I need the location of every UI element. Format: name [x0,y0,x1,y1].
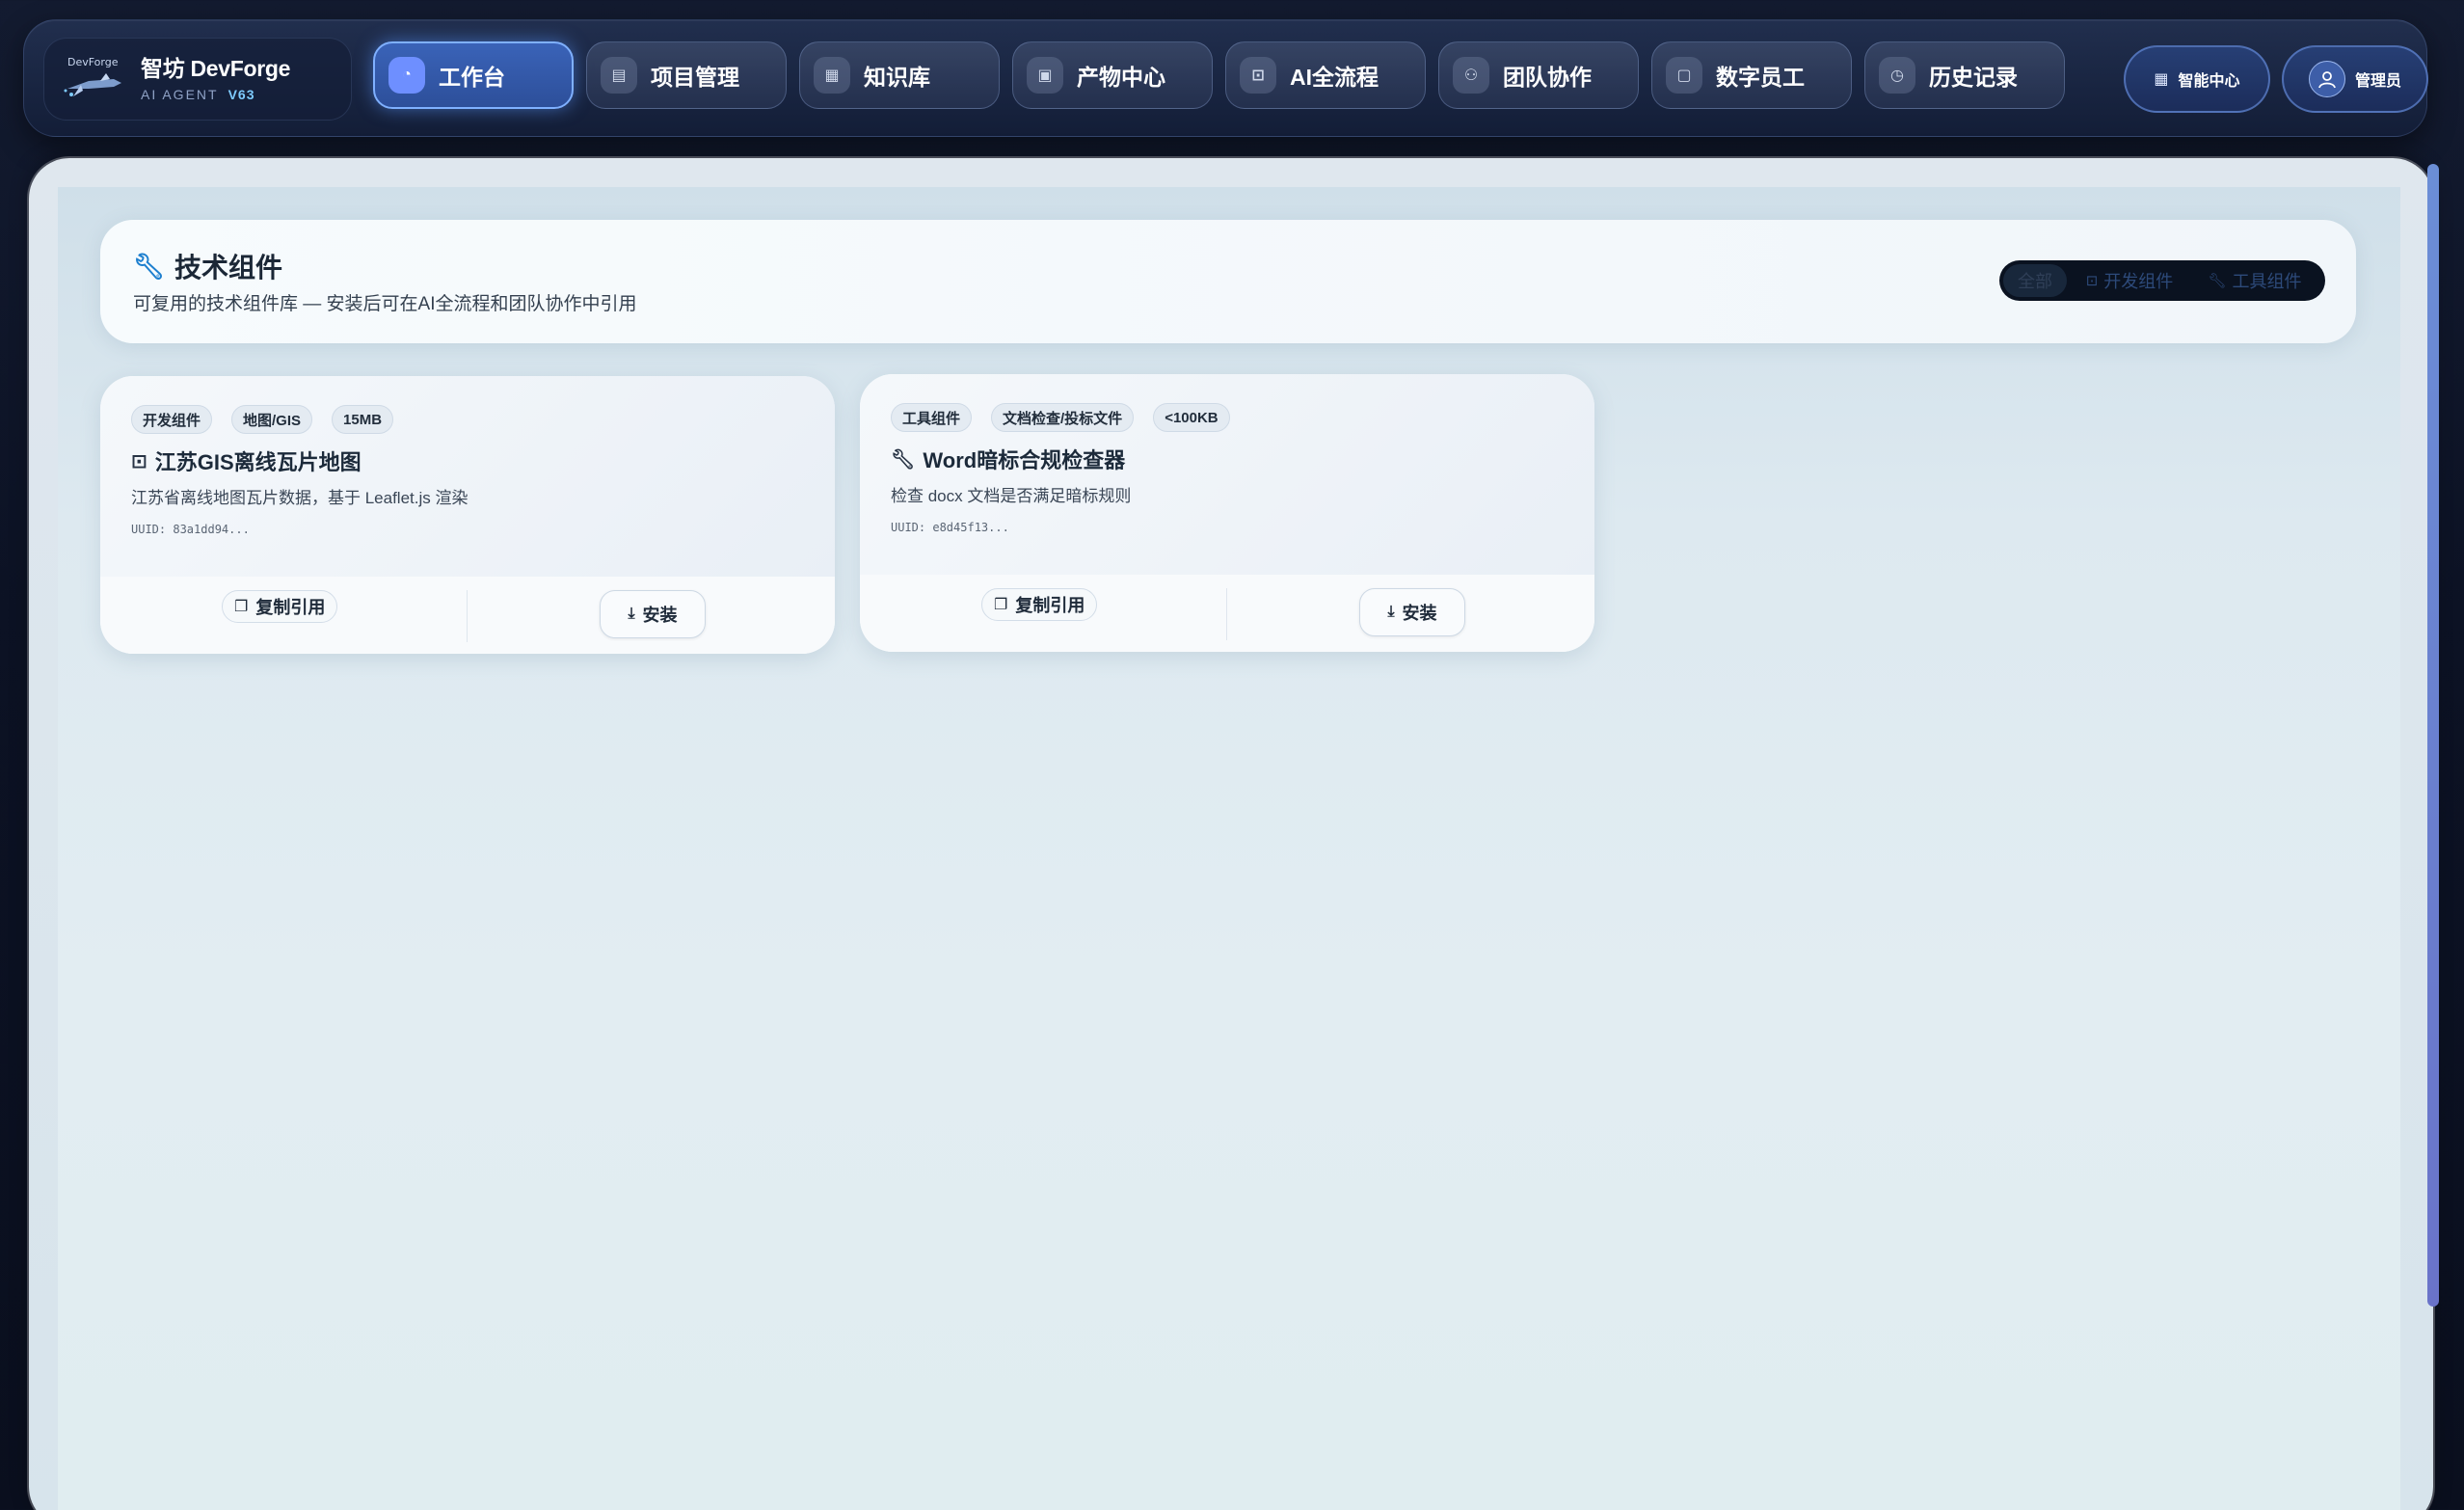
nav-item-label: 工作台 [439,65,505,90]
page-subtitle: 可复用的技术组件库 — 安装后可在AI全流程和团队协作中引用 [133,294,637,314]
team-icon: ⚇ [1453,57,1489,94]
card-title: ⊡ 江苏GIS离线瓦片地图 [131,445,362,476]
smart-center-label: 智能中心 [2178,73,2240,90]
card-tags: 工具组件 文档检查/投标文件 <100KB [891,403,1230,432]
install-label: 安装 [642,606,678,625]
top-navigation-bar: DevForge 智坊 DevForge AI AGENT V63 ◔ 工作台 ▤… [23,19,2428,137]
component-card: 开发组件 地图/GIS 15MB ⊡ 江苏GIS离线瓦片地图 江苏省离线地图瓦片… [100,376,835,654]
nav-item-knowledge-base[interactable]: ▦ 知识库 [799,41,1000,109]
install-button[interactable]: ⤓ 安装 [1359,588,1465,636]
user-icon [2318,71,2336,89]
nav-item-team-collab[interactable]: ⚇ 团队协作 [1438,41,1639,109]
filter-tool-label: 工具组件 [2232,272,2302,291]
domain-tag: 文档检查/投标文件 [991,403,1135,432]
page-header-card: 🔧︎ 技术组件 可复用的技术组件库 — 安装后可在AI全流程和团队协作中引用 全… [100,220,2356,343]
card-description: 检查 docx 文档是否满足暗标规则 [891,487,1132,505]
card-description: 江苏省离线地图瓦片数据，基于 Leaflet.js 渲染 [131,489,469,507]
nav-item-label: 产物中心 [1077,65,1165,90]
nav-item-label: 团队协作 [1503,65,1592,90]
brand-subtitle: AI AGENT V63 [141,87,255,102]
card-footer [860,575,1594,652]
copy-icon: ❐ [994,597,1008,613]
card-title-text: Word暗标合规检查器 [923,448,1126,472]
wrench-icon: 🔧︎ [133,251,166,281]
nav-item-digital-staff[interactable]: ▢ 数字员工 [1651,41,1852,109]
bot-icon: ▢ [1666,57,1702,94]
smart-center-button[interactable]: ▦ 智能中心 [2124,45,2270,113]
nav-item-label: AI全流程 [1290,65,1379,90]
vertical-scrollbar[interactable] [2427,164,2439,1307]
card-divider [467,590,468,642]
copy-reference-button[interactable]: ❐ 复制引用 [222,590,338,623]
card-title-text: 江苏GIS离线瓦片地图 [154,450,362,474]
clock-icon: ◷ [1879,57,1915,94]
filter-dev-label: 开发组件 [2103,272,2174,291]
dashboard-icon: ◔ [388,57,425,94]
card-tags: 开发组件 地图/GIS 15MB [131,405,394,434]
size-tag: <100KB [1153,403,1230,432]
page-title-text: 技术组件 [174,253,283,283]
nav-item-ai-pipeline[interactable]: ⊡ AI全流程 [1225,41,1426,109]
page-title: 🔧︎ 技术组件 [133,247,282,285]
nav-item-label: 数字员工 [1716,65,1805,90]
brand-logo: DevForge [62,52,125,106]
install-button[interactable]: ⤓ 安装 [600,590,706,638]
card-divider [1226,588,1227,640]
card-title: 🔧︎ Word暗标合规检查器 [891,444,1125,474]
card-uuid: UUID: e8d45f13... [891,521,1009,534]
nav-item-history[interactable]: ◷ 历史记录 [1864,41,2065,109]
admin-user-button[interactable]: 管理员 [2282,45,2428,113]
admin-label: 管理员 [2354,73,2401,90]
terminal-icon: ⊡ [1240,57,1276,94]
brand-subtitle-text: AI AGENT [141,87,219,102]
domain-tag: 地图/GIS [231,405,313,434]
filter-all[interactable]: 全部 [2003,264,2067,297]
grid-icon: ▦ [2154,71,2169,88]
size-tag: 15MB [332,405,394,434]
document-icon: ▣ [1027,57,1063,94]
nav-item-workbench[interactable]: ◔ 工作台 [373,41,574,109]
filter-tool[interactable]: 🔧︎ 工具组件 [2192,264,2317,297]
copy-reference-button[interactable]: ❐ 复制引用 [981,588,1098,621]
logo-text: DevForge [67,56,119,68]
download-icon: ⤓ [1387,604,1395,620]
avatar [2308,61,2345,97]
wrench-icon: 🔧︎ [891,448,916,471]
nav-item-label: 项目管理 [651,65,739,90]
nav-item-project-management[interactable]: ▤ 项目管理 [586,41,787,109]
brand-title: 智坊 DevForge [141,56,291,81]
wrench-icon: 🔧︎ [2208,273,2227,289]
kanban-icon: ▤ [601,57,637,94]
book-icon: ▦ [814,57,850,94]
category-tag: 工具组件 [891,403,973,432]
copy-reference-label: 复制引用 [255,598,326,617]
version-badge: V63 [228,87,255,102]
terminal-icon: ⊡ [2085,273,2099,289]
category-tag: 开发组件 [131,405,213,434]
install-label: 安装 [1402,604,1437,623]
terminal-icon: ⊡ [131,450,147,472]
nav-item-label: 知识库 [864,65,930,90]
brand-block[interactable]: DevForge 智坊 DevForge AI AGENT V63 [43,38,352,121]
nav-item-artifact-center[interactable]: ▣ 产物中心 [1012,41,1213,109]
copy-icon: ❐ [234,599,249,615]
copy-reference-label: 复制引用 [1015,596,1085,615]
download-icon: ⤓ [628,606,635,622]
card-footer [100,577,835,654]
component-card: 工具组件 文档检查/投标文件 <100KB 🔧︎ Word暗标合规检查器 检查 … [860,374,1594,652]
filter-dev[interactable]: ⊡ 开发组件 [2067,264,2192,297]
filter-all-label: 全部 [2018,272,2052,291]
component-filter-toggle: 全部 ⊡ 开发组件 🔧︎ 工具组件 [1999,260,2325,301]
nav-item-label: 历史记录 [1929,65,2018,90]
card-uuid: UUID: 83a1dd94... [131,523,250,536]
